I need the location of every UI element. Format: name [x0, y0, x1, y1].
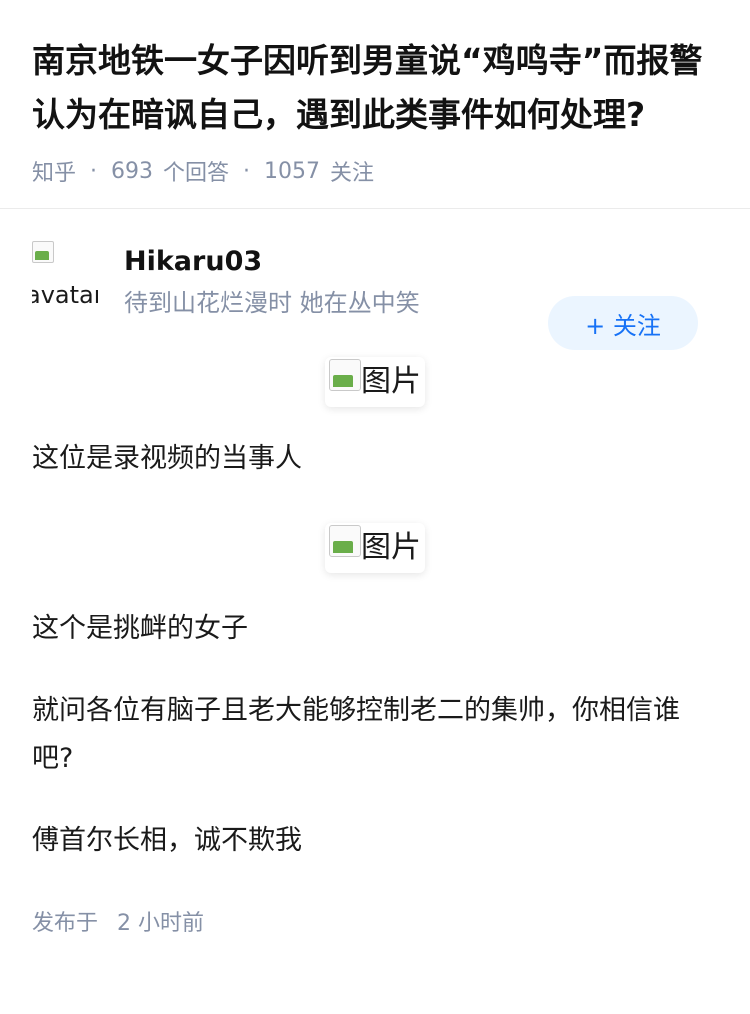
publish-info: 发布于 2 小时前 — [32, 905, 718, 937]
broken-image-icon — [329, 359, 361, 391]
publish-time: 2 小时前 — [117, 911, 205, 936]
broken-image-icon — [329, 525, 361, 557]
image-placeholder[interactable]: 图片 — [325, 357, 425, 407]
avatar-alt-text: avatar — [32, 281, 98, 307]
question-title[interactable]: 南京地铁一女子因听到男童说“鸡鸣寺”而报警认为在暗讽自己，遇到此类事件如何处理? — [32, 34, 718, 142]
source-label[interactable]: 知乎 — [32, 155, 76, 187]
follow-count: 1057 — [264, 158, 321, 184]
answer-paragraph: 就问各位有脑子且老大能够控制老二的集帅，你相信谁吧? — [32, 695, 680, 774]
answer-paragraph: 傅首尔长相，诚不欺我 — [32, 825, 302, 856]
answer-paragraph: 这个是挑衅的女子 — [32, 613, 248, 644]
author-name[interactable]: Hikaru03 — [124, 245, 420, 279]
image-alt-text: 图片 — [361, 364, 421, 399]
publish-label: 发布于 — [32, 911, 99, 936]
author-info: Hikaru03 待到山花烂漫时 她在丛中笑 — [124, 245, 420, 320]
avatar[interactable]: avatar — [32, 241, 98, 307]
follow-author-button[interactable]: + 关注 — [548, 296, 698, 350]
image-placeholder[interactable]: 图片 — [325, 523, 425, 573]
image-alt-text: 图片 — [361, 530, 421, 565]
answer-image-2[interactable]: 图片 — [32, 523, 718, 573]
follow-count-label: 关注 — [330, 161, 375, 186]
separator-dot: · — [243, 158, 251, 184]
question-meta: 知乎 · 693 个回答 · 1057 关注 — [32, 155, 718, 187]
separator-dot: · — [90, 158, 98, 184]
answer-paragraph: 这位是录视频的当事人 — [32, 443, 302, 474]
answer-count: 693 — [111, 158, 154, 184]
broken-image-icon — [32, 241, 54, 263]
answer-count-label: 个回答 — [163, 161, 230, 186]
question-header: 南京地铁一女子因听到男童说“鸡鸣寺”而报警认为在暗讽自己，遇到此类事件如何处理?… — [0, 0, 750, 186]
answer-image-1[interactable]: 图片 — [32, 357, 718, 407]
author-bio: 待到山花烂漫时 她在丛中笑 — [124, 289, 420, 317]
